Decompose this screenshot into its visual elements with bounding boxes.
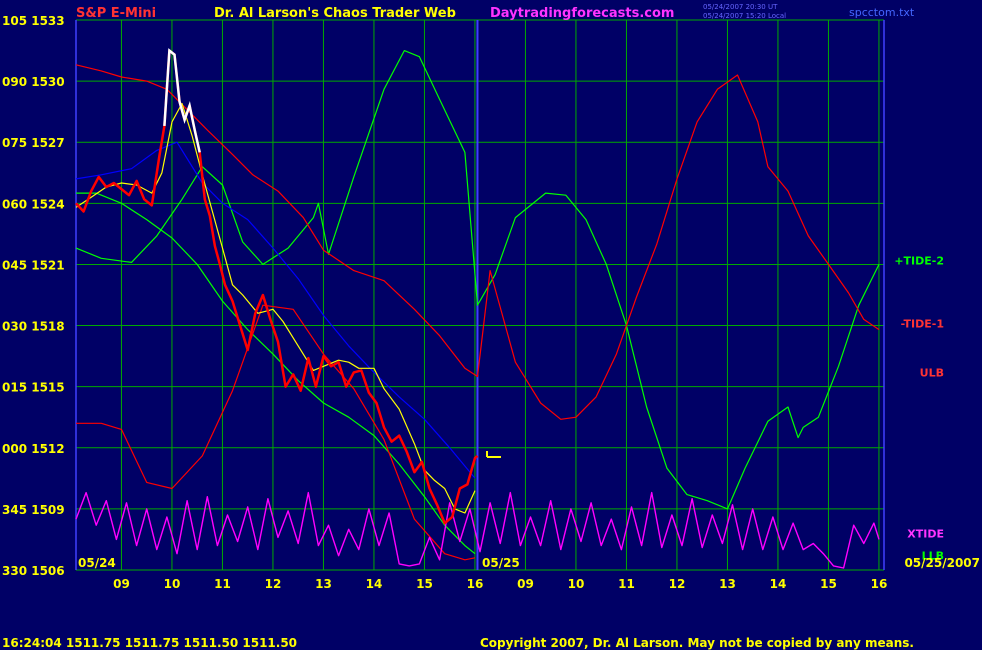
x-tick-label: 11 (214, 577, 231, 591)
x-tick-label: 09 (517, 577, 534, 591)
x-tick-label: 15 (416, 577, 433, 591)
series-label: ULB (920, 366, 944, 379)
y-tick-label: 105 1533 (2, 14, 65, 28)
chart-canvas: 105 1533 090 1530 075 1527 060 1524 045 1521… (0, 0, 982, 650)
y-tick-label: 045 1521 (2, 258, 65, 272)
y-tick-label: 075 1527 (2, 136, 65, 150)
y-tick-label: 060 1524 (2, 197, 65, 211)
x-tick-label: 16 (467, 577, 484, 591)
quote-line: 16:24:04 1511.75 1511.75 1511.50 1511.50 (2, 636, 297, 650)
y-tick-label: 345 1509 (2, 503, 65, 517)
x-tick-label: 10 (164, 577, 181, 591)
y-tick-label: 330 1506 (2, 564, 65, 578)
x-tick-label: 14 (770, 577, 787, 591)
series-label: +TIDE-2 (894, 254, 944, 267)
x-tick-label: 11 (618, 577, 635, 591)
x-tick-label: 12 (669, 577, 686, 591)
x-tick-label: 10 (568, 577, 585, 591)
x-tick-label: 12 (265, 577, 282, 591)
x-tick-label: 16 (871, 577, 888, 591)
site-name: Daytradingforecasts.com (490, 6, 674, 21)
date-label: 05/25 (482, 556, 520, 570)
x-tick-label: 15 (820, 577, 837, 591)
x-tick-label: 13 (719, 577, 736, 591)
y-tick-label: 030 1518 (2, 320, 65, 334)
copyright-notice: Copyright 2007, Dr. Al Larson. May not b… (480, 636, 914, 650)
y-tick-label: 015 1515 (2, 381, 65, 395)
timestamp-ut: 05/24/2007 20:30 UT (703, 3, 778, 11)
y-tick-label: 090 1530 (2, 75, 65, 89)
series-label: -TIDE-1 (901, 318, 944, 331)
x-tick-label: 13 (315, 577, 332, 591)
y-tick-label: 000 1512 (2, 442, 65, 456)
data-filename: spcctom.txt (849, 6, 915, 19)
chart-background (0, 0, 982, 650)
series-label: XTIDE (907, 527, 944, 540)
timestamp-local: 05/24/2007 15:20 Local (703, 12, 786, 20)
chart-title: Dr. Al Larson's Chaos Trader Web (214, 6, 456, 21)
date-label: 05/24 (78, 556, 116, 570)
instrument-title: S&P E-Mini (76, 6, 156, 21)
x-tick-label: 09 (113, 577, 130, 591)
date-label: 05/25/2007 (904, 556, 980, 570)
x-tick-label: 14 (366, 577, 383, 591)
